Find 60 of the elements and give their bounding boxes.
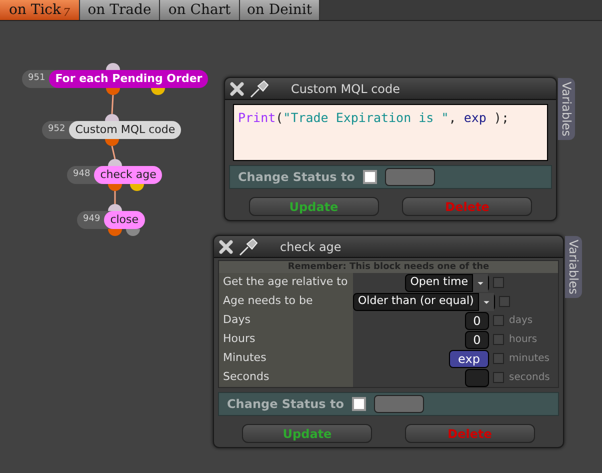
status-label: Change Status to [227, 396, 344, 413]
pin-icon[interactable] [238, 238, 260, 256]
branch-connector[interactable] [151, 88, 165, 95]
status-field[interactable] [374, 395, 424, 413]
panel-title: check age [280, 238, 342, 256]
variable-checkbox[interactable] [493, 353, 504, 364]
output-connector[interactable] [106, 88, 120, 95]
variables-tab[interactable]: Variables [565, 236, 582, 298]
close-icon[interactable] [218, 238, 234, 254]
panel-titlebar[interactable]: check age [214, 236, 563, 258]
panel-title: Custom MQL code [291, 80, 400, 98]
output-connector[interactable] [105, 139, 119, 146]
variable-checkbox[interactable] [493, 372, 504, 383]
input-connector[interactable] [108, 159, 122, 166]
input-connector[interactable] [108, 204, 122, 211]
status-checkbox[interactable] [362, 170, 377, 184]
unit-label: days [509, 314, 533, 328]
tab-count: 7 [63, 4, 70, 21]
branch-connector[interactable] [126, 229, 140, 236]
number-field[interactable]: 0 [465, 330, 489, 348]
number-field[interactable]: 0 [465, 312, 489, 330]
close-icon[interactable] [229, 80, 245, 96]
output-connector[interactable] [108, 229, 122, 236]
node-label[interactable]: Custom MQL code [69, 121, 182, 139]
unit-label: seconds [509, 371, 550, 385]
tab[interactable]: on Chart [160, 0, 240, 20]
field-label: Hours [219, 330, 353, 349]
variable-field[interactable]: exp [449, 350, 489, 368]
output-connector[interactable] [108, 184, 122, 191]
status-label: Change Status to [238, 169, 355, 186]
status-checkbox[interactable] [352, 397, 366, 411]
field-label: Age needs to be [219, 292, 353, 311]
node-label[interactable]: For each Pending Order [49, 70, 208, 88]
variable-checkbox[interactable] [493, 277, 504, 288]
caret-icon [472, 274, 488, 292]
input-connector[interactable] [106, 63, 120, 70]
number-field[interactable] [465, 368, 489, 386]
node-label[interactable]: check age [94, 166, 162, 184]
tab[interactable]: on Trade [80, 0, 160, 20]
status-field[interactable] [384, 168, 435, 186]
field-label: Days [219, 311, 353, 330]
field-label: Seconds [219, 368, 353, 387]
dropdown[interactable]: Open time [405, 274, 489, 292]
input-connector[interactable] [105, 114, 119, 121]
unit-label: hours [509, 333, 538, 347]
pin-icon[interactable] [249, 80, 271, 98]
variable-checkbox[interactable] [493, 315, 504, 326]
field-label: Get the age relative to [219, 273, 353, 292]
variable-checkbox[interactable] [498, 296, 510, 307]
branch-connector[interactable] [130, 184, 144, 191]
node-label[interactable]: close [104, 211, 145, 229]
tab[interactable]: on Deinit [240, 0, 320, 20]
variable-checkbox[interactable] [493, 334, 504, 345]
code-editor[interactable]: Print("Trade Expiration is ", exp ); [233, 104, 548, 161]
panel-titlebar[interactable]: Custom MQL code [225, 78, 556, 100]
dropdown[interactable]: Older than (or equal) [353, 292, 495, 310]
caret-icon [478, 292, 494, 310]
unit-label: minutes [509, 352, 550, 366]
variables-tab[interactable]: Variables [558, 78, 575, 140]
field-label: Minutes [219, 349, 353, 368]
